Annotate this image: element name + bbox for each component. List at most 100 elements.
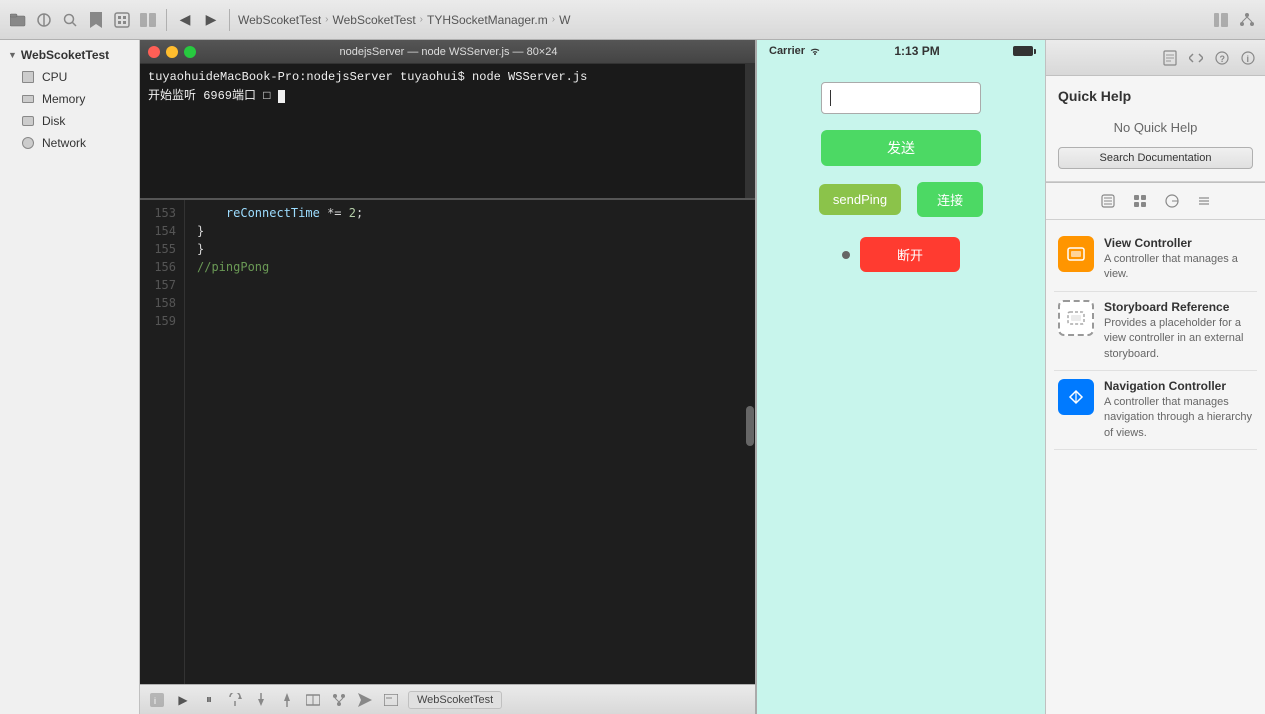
window-controls	[148, 46, 196, 58]
right-panel-quick-help: Quick Help No Quick Help Search Document…	[1046, 76, 1265, 182]
terminal-scrollbar-thumb	[746, 406, 754, 446]
statusbar-battery	[1013, 46, 1033, 56]
view-controller-desc: A controller that manages a view.	[1104, 252, 1253, 283]
search-documentation-button[interactable]: Search Documentation	[1058, 147, 1253, 169]
simulator-middle-buttons: sendPing 连接	[819, 182, 983, 217]
terminal-title: nodejsServer — node WSServer.js — 80×24	[206, 46, 691, 58]
terminal-cursor	[278, 90, 285, 103]
rpt-help-icon[interactable]: ?	[1213, 49, 1231, 67]
wifi-icon	[809, 46, 821, 56]
simulator-statusbar: Carrier 1:13 PM	[757, 40, 1045, 62]
svg-text:?: ?	[1220, 54, 1226, 64]
obj-grid-icon[interactable]	[1130, 191, 1150, 211]
code-line-156: }	[197, 240, 743, 258]
code-content[interactable]: reConnectTime *= 2; } } //pingPong	[185, 200, 755, 684]
top-toolbar: ◀ ▶ WebScoketTest › WebScoketTest › TYHS…	[0, 0, 1265, 40]
storyboard-ref-name: Storyboard Reference	[1104, 300, 1253, 314]
breadcrumb-item-2[interactable]: WebScoketTest	[333, 13, 416, 27]
line-num-154: 154	[148, 222, 176, 240]
simulator-send-button[interactable]: 发送	[821, 130, 981, 166]
terminal-body[interactable]: tuyaohuideMacBook-Pro:nodejsServer tuyao…	[140, 64, 755, 198]
rpt-inspect-icon[interactable]: i	[1239, 49, 1257, 67]
sim-text-cursor	[830, 90, 831, 106]
sidebar-item-disk[interactable]: Disk	[0, 110, 139, 132]
nav-controller-icon	[1058, 379, 1094, 415]
line-num-158: 158	[148, 294, 176, 312]
svg-text:i: i	[1247, 54, 1250, 64]
bottom-toolbar: i ▶ ⏸	[140, 684, 755, 714]
quick-help-title: Quick Help	[1058, 88, 1253, 104]
toolbar-layout-icon[interactable]	[138, 10, 158, 30]
terminal-scrollbar[interactable]	[745, 64, 755, 198]
right-panel-toolbar: ? i	[1046, 40, 1265, 76]
sidebar-section-header[interactable]: ▼ WebScoketTest	[0, 44, 139, 66]
simulator-sendping-button[interactable]: sendPing	[819, 184, 901, 215]
bt-send-icon[interactable]	[356, 691, 374, 709]
terminal-maximize-button[interactable]	[184, 46, 196, 58]
object-library-icons	[1046, 183, 1265, 220]
toolbar-home-icon[interactable]	[112, 10, 132, 30]
sidebar-item-network[interactable]: Network	[0, 132, 139, 154]
terminal-minimize-button[interactable]	[166, 46, 178, 58]
sidebar-item-memory[interactable]: Memory	[0, 88, 139, 110]
svg-text:i: i	[154, 696, 156, 706]
sidebar-triangle-icon: ▼	[8, 50, 17, 60]
simulator-disconnect-button[interactable]: 断开	[860, 237, 960, 272]
storyboard-ref-icon	[1058, 300, 1094, 336]
breadcrumb-sep-1: ›	[325, 14, 328, 25]
bt-pause-icon[interactable]: ⏸	[200, 691, 218, 709]
bt-stepout-icon[interactable]	[278, 691, 296, 709]
simulator-panel: Carrier 1:13 PM 发送 sendPing	[755, 40, 1045, 714]
code-editor[interactable]: 153 154 155 156 157 158 159 reConnectTim…	[140, 200, 755, 684]
bt-stepin-icon[interactable]	[252, 691, 270, 709]
object-item-nav-controller[interactable]: Navigation Controller A controller that …	[1054, 371, 1257, 450]
sidebar-item-network-label: Network	[42, 136, 86, 150]
bt-info-icon[interactable]: i	[148, 691, 166, 709]
no-quick-help-text: No Quick Help	[1058, 112, 1253, 143]
bt-split-icon[interactable]	[304, 691, 322, 709]
terminal-panel: nodejsServer — node WSServer.js — 80×24 …	[140, 40, 755, 200]
breadcrumb-item-3[interactable]: TYHSocketManager.m	[427, 13, 548, 27]
rpt-file-icon[interactable]	[1161, 49, 1179, 67]
breadcrumb-item-4[interactable]: W	[559, 13, 570, 27]
sidebar-item-cpu[interactable]: CPU	[0, 66, 139, 88]
terminal-close-button[interactable]	[148, 46, 160, 58]
right-panel: ? i Quick Help No Quick Help Search Docu…	[1045, 40, 1265, 714]
rpt-code-icon[interactable]	[1187, 49, 1205, 67]
nav-controller-name: Navigation Controller	[1104, 379, 1253, 393]
toolbar-folder-icon[interactable]	[8, 10, 28, 30]
cursor-dot	[842, 251, 850, 259]
view-controller-info: View Controller A controller that manage…	[1104, 236, 1253, 283]
bt-branch-icon[interactable]	[330, 691, 348, 709]
sidebar-item-cpu-label: CPU	[42, 70, 67, 84]
network-icon	[20, 135, 36, 151]
obj-list-icon[interactable]	[1194, 191, 1214, 211]
code-line-159: //pingPong	[197, 258, 743, 276]
bt-play-icon[interactable]: ▶	[174, 691, 192, 709]
bt-terminal-icon[interactable]	[382, 691, 400, 709]
obj-filter-icon[interactable]	[1098, 191, 1118, 211]
object-library[interactable]: View Controller A controller that manage…	[1046, 220, 1265, 714]
toolbar-forward-icon[interactable]: ▶	[201, 10, 221, 30]
cpu-icon	[20, 69, 36, 85]
simulator-text-input[interactable]	[821, 82, 981, 114]
breadcrumb-item-1[interactable]: WebScoketTest	[238, 13, 321, 27]
toolbar-search-icon[interactable]	[60, 10, 80, 30]
line-num-156: 156	[148, 258, 176, 276]
obj-help-circle-icon[interactable]	[1162, 191, 1182, 211]
line-num-159: 159	[148, 312, 176, 330]
object-item-view-controller[interactable]: View Controller A controller that manage…	[1054, 228, 1257, 292]
breadcrumb-sep-3: ›	[552, 14, 555, 25]
toolbar-debug-icon[interactable]	[34, 10, 54, 30]
toolbar-back-icon[interactable]: ◀	[175, 10, 195, 30]
toolbar-bookmark-icon[interactable]	[86, 10, 106, 30]
toolbar-split-icon[interactable]	[1211, 10, 1231, 30]
view-controller-icon	[1058, 236, 1094, 272]
bt-stepover-icon[interactable]	[226, 691, 244, 709]
terminal-line-2: 开始监听 6969端口 □	[148, 86, 747, 103]
toolbar-hierarchy-icon[interactable]	[1237, 10, 1257, 30]
object-item-storyboard-ref[interactable]: Storyboard Reference Provides a placehol…	[1054, 292, 1257, 371]
breadcrumb: WebScoketTest › WebScoketTest › TYHSocke…	[238, 13, 1205, 27]
memory-icon	[20, 91, 36, 107]
simulator-connect-button[interactable]: 连接	[917, 182, 983, 217]
